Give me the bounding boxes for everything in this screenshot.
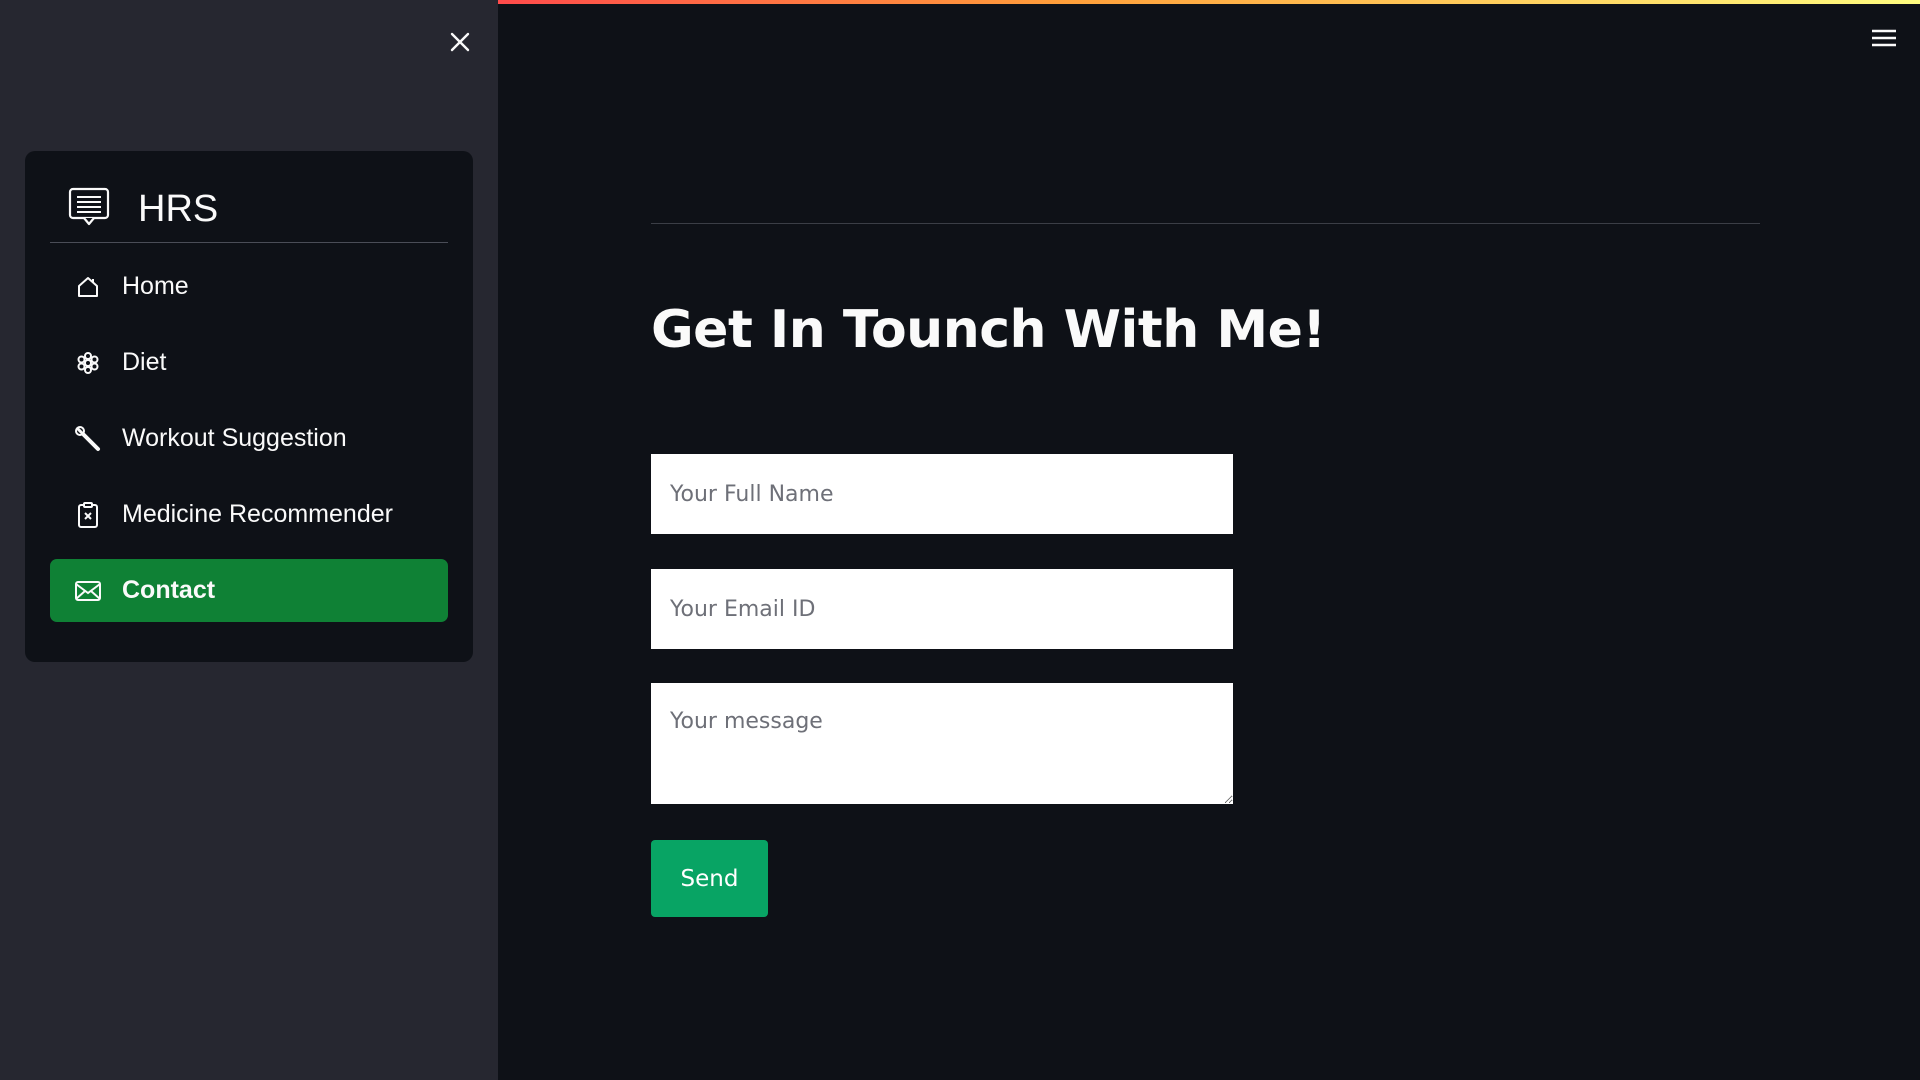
menu-item-medicine-recommender[interactable]: Medicine Recommender	[50, 483, 448, 546]
wrench-icon	[74, 425, 102, 453]
menu-item-label: Workout Suggestion	[122, 424, 347, 452]
close-icon	[449, 31, 471, 58]
hamburger-icon	[1871, 28, 1897, 53]
menu-item-contact[interactable]: Contact	[50, 559, 448, 622]
clipboard-x-icon	[74, 501, 102, 529]
menu-item-label: Home	[122, 272, 189, 300]
message-field[interactable]	[651, 683, 1233, 804]
divider	[651, 223, 1760, 224]
menu-item-label: Contact	[122, 576, 216, 604]
menu-item-diet[interactable]: Diet	[50, 331, 448, 394]
top-decoration-stripe	[498, 0, 1920, 4]
snowflake-icon	[74, 349, 102, 377]
menu-item-label: Medicine Recommender	[122, 500, 393, 528]
send-button[interactable]: Send	[651, 840, 768, 917]
menu-list: Home Diet Workout Suggestion Medicine Re…	[50, 255, 448, 622]
house-icon	[74, 273, 102, 301]
sidebar-close-button[interactable]	[440, 24, 480, 64]
menu-item-home[interactable]: Home	[50, 255, 448, 318]
sidebar: HRS Home Diet Workout Suggestion Medicin…	[0, 0, 498, 1080]
full-name-field[interactable]	[651, 454, 1233, 534]
email-field[interactable]	[651, 569, 1233, 649]
main-menu-button[interactable]	[1868, 26, 1900, 54]
app-root: HRS Home Diet Workout Suggestion Medicin…	[0, 0, 1920, 1080]
list-card-icon	[68, 187, 110, 232]
menu-title: HRS	[138, 187, 219, 230]
menu-item-label: Diet	[122, 348, 167, 376]
page-title: Get In Tounch With Me!	[651, 300, 1326, 360]
option-menu: HRS Home Diet Workout Suggestion Medicin…	[25, 151, 473, 662]
menu-item-workout-suggestion[interactable]: Workout Suggestion	[50, 407, 448, 470]
menu-header: HRS	[50, 176, 448, 243]
envelope-icon	[74, 577, 102, 605]
